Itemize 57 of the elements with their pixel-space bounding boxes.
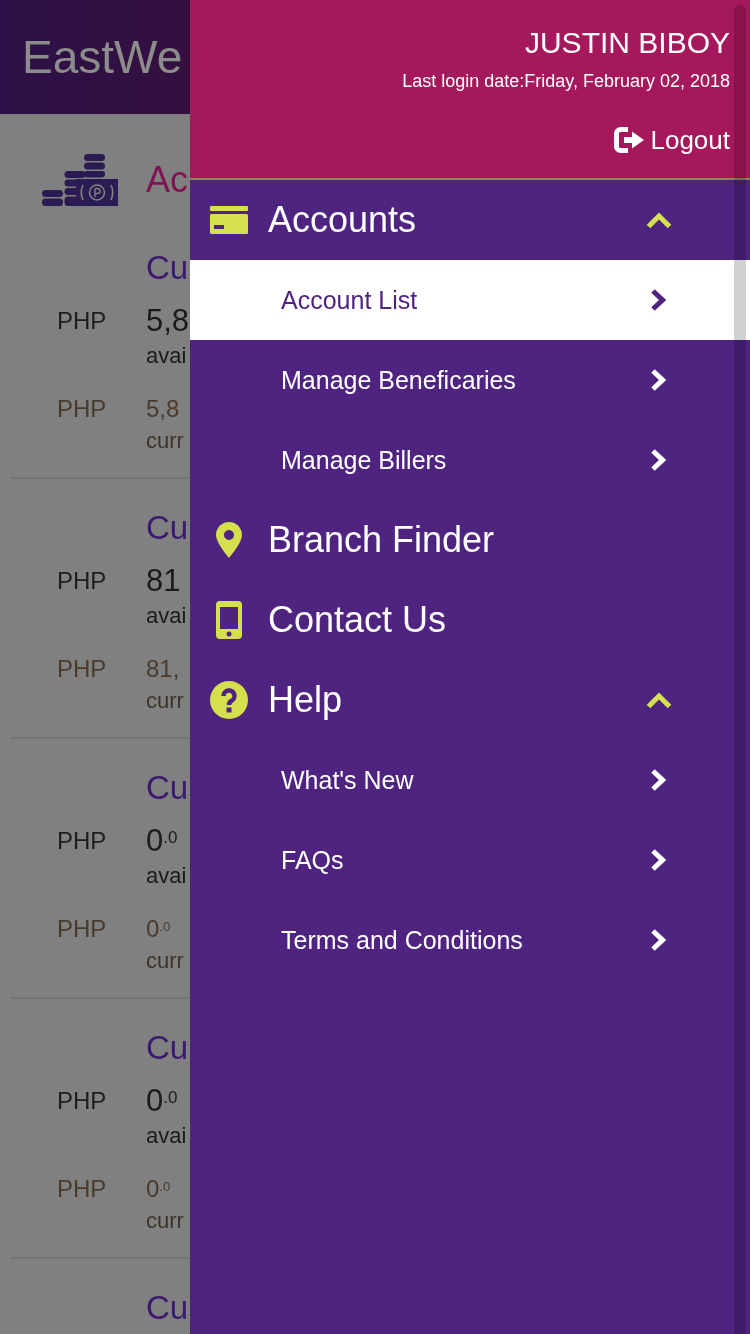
menu-item[interactable]: Branch Finder <box>190 500 750 580</box>
currency-code: PHP <box>57 826 108 856</box>
available-amount: 0$^{.0}$ <box>146 1082 178 1120</box>
submenu-item[interactable]: Manage Billers <box>190 420 750 500</box>
available-amount: 0$^{.0}$ <box>146 822 178 860</box>
account-title: Cu <box>146 769 189 807</box>
chevron-right-icon <box>650 848 666 872</box>
chevron-right-icon <box>650 768 666 792</box>
available-amount: 5,8 <box>146 302 190 340</box>
submenu-item[interactable]: What's New <box>190 740 750 820</box>
currency-code: PHP <box>57 566 108 596</box>
coins-and-banknote-icon <box>42 154 118 206</box>
section-title: Ac <box>146 158 188 202</box>
chevron-right-icon <box>650 288 666 312</box>
current-label: curr <box>146 429 184 453</box>
menu-item[interactable]: Accounts <box>190 180 750 260</box>
current-amount: 5,8 <box>146 395 180 423</box>
location-pin-icon <box>216 522 242 558</box>
current-amount: 0$^{.0}$ <box>146 915 171 943</box>
currency-code: PHP <box>57 915 108 943</box>
available-label: avai <box>146 344 187 368</box>
current-amount: 0$^{.0}$ <box>146 1175 171 1203</box>
chevron-right-icon <box>650 448 666 472</box>
chevron-right-icon <box>650 368 666 392</box>
last-login-text: Last login date:Friday, February 02, 2018 <box>402 70 730 93</box>
logout-icon <box>614 127 645 153</box>
chevron-right-icon <box>650 928 666 952</box>
currency-code: PHP <box>57 306 108 336</box>
menu-item[interactable]: Contact Us <box>190 580 750 660</box>
current-label: curr <box>146 949 184 973</box>
available-label: avai <box>146 1124 187 1148</box>
account-title: Cu <box>146 509 189 547</box>
submenu-item[interactable]: FAQs <box>190 820 750 900</box>
currency-code: PHP <box>57 655 108 683</box>
credit-card-icon <box>210 206 248 234</box>
mobile-phone-icon <box>216 601 242 639</box>
submenu-item[interactable]: Account List <box>190 260 750 340</box>
account-title: Cu <box>146 1289 189 1327</box>
available-label: avai <box>146 864 187 888</box>
available-label: avai <box>146 604 187 628</box>
current-label: curr <box>146 1209 184 1233</box>
currency-code: PHP <box>57 1086 108 1116</box>
current-label: curr <box>146 689 184 713</box>
logout-button[interactable]: Logout <box>614 123 730 157</box>
help-icon <box>210 681 248 719</box>
account-title: Cu <box>146 1029 189 1067</box>
available-amount: 81 <box>146 562 181 600</box>
currency-code: PHP <box>57 395 108 423</box>
user-name: JUSTIN BIBOY <box>524 25 730 61</box>
submenu-item[interactable]: Manage Beneficaries <box>190 340 750 420</box>
scrollbar-thumb[interactable] <box>734 5 746 1334</box>
current-amount: 81, <box>146 655 180 683</box>
submenu-item[interactable]: Terms and Conditions <box>190 900 750 980</box>
currency-code: PHP <box>57 1175 108 1203</box>
logo-text: EastWe <box>22 30 183 84</box>
menu-item[interactable]: Help <box>190 660 750 740</box>
account-title: Cu <box>146 249 189 287</box>
